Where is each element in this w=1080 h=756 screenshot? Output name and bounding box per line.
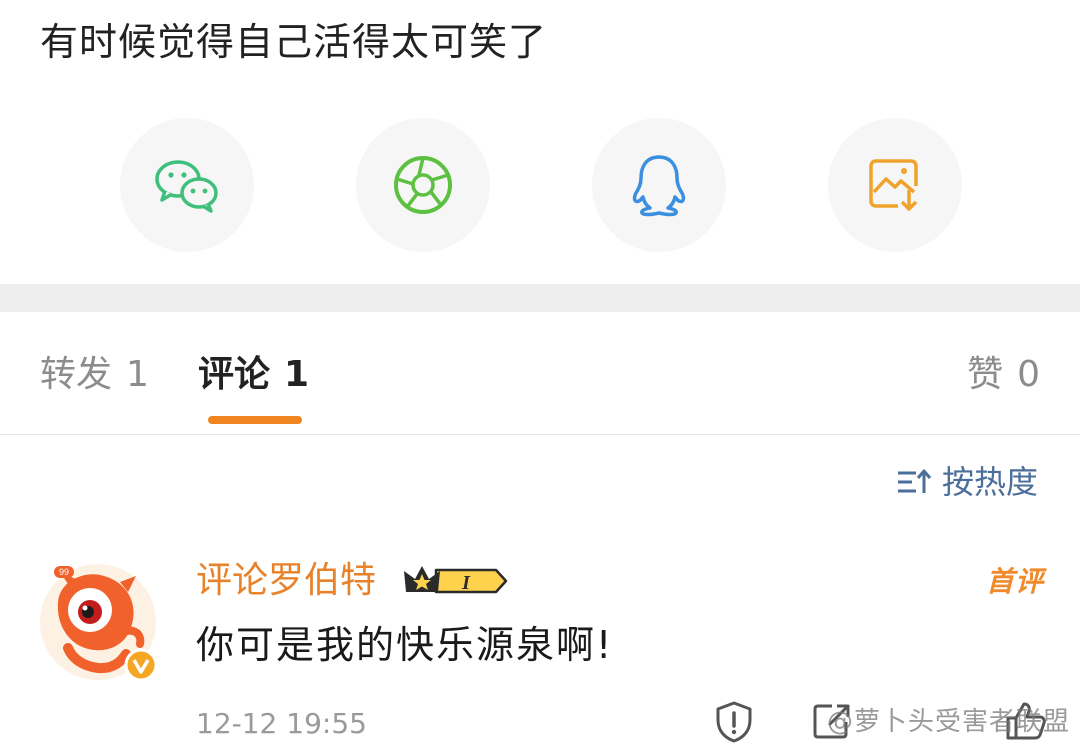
first-comment-tag: 首评: [985, 565, 1044, 598]
moments-icon: [394, 156, 452, 214]
tab-comments[interactable]: 评论 1: [198, 352, 309, 398]
comment-timestamp: 12-12 19:55: [196, 707, 367, 740]
tab-reposts[interactable]: 转发 1: [40, 352, 149, 398]
comment-text: 你可是我的快乐源泉啊!: [196, 623, 614, 667]
crown-badge-icon: I: [404, 566, 508, 594]
post-text: 有时候觉得自己活得太可笑了: [40, 20, 548, 64]
member-level-badge: I: [402, 562, 510, 604]
comment-username[interactable]: 评论罗伯特: [196, 558, 376, 604]
section-divider: [0, 284, 1080, 312]
tab-reposts-label: 转发: [40, 354, 113, 395]
interaction-tabs: 转发 1 评论 1 赞0: [0, 312, 1080, 435]
report-shield-icon[interactable]: [714, 700, 754, 744]
sort-icon: [897, 469, 932, 493]
wechat-icon: [155, 160, 218, 213]
sort-by-hotness-button[interactable]: 按热度: [896, 462, 1038, 502]
share-moments-button[interactable]: [356, 118, 490, 252]
avatar-badge-number: 99: [59, 567, 69, 577]
share-wechat-button[interactable]: [120, 118, 254, 252]
tab-comments-count: 1: [284, 354, 310, 395]
qq-icon: [632, 155, 686, 217]
share-row: [0, 118, 1080, 252]
save-image-button[interactable]: [828, 118, 962, 252]
sort-label: 按热度: [941, 463, 1038, 501]
weibo-watermark: @萝卜头受害者联盟: [826, 707, 1070, 737]
active-tab-indicator: [208, 416, 302, 424]
tab-likes-count: 0: [1017, 354, 1040, 395]
level-badge-text: I: [461, 572, 471, 594]
tab-likes-label: 赞: [967, 354, 1004, 395]
verified-icon: [124, 648, 158, 682]
save-image-icon: [869, 159, 918, 211]
tab-likes[interactable]: 赞0: [967, 352, 1040, 398]
share-qq-button[interactable]: [592, 118, 726, 252]
tab-reposts-count: 1: [126, 354, 149, 395]
avatar[interactable]: 99: [38, 562, 158, 682]
tab-comments-label: 评论: [198, 354, 271, 395]
